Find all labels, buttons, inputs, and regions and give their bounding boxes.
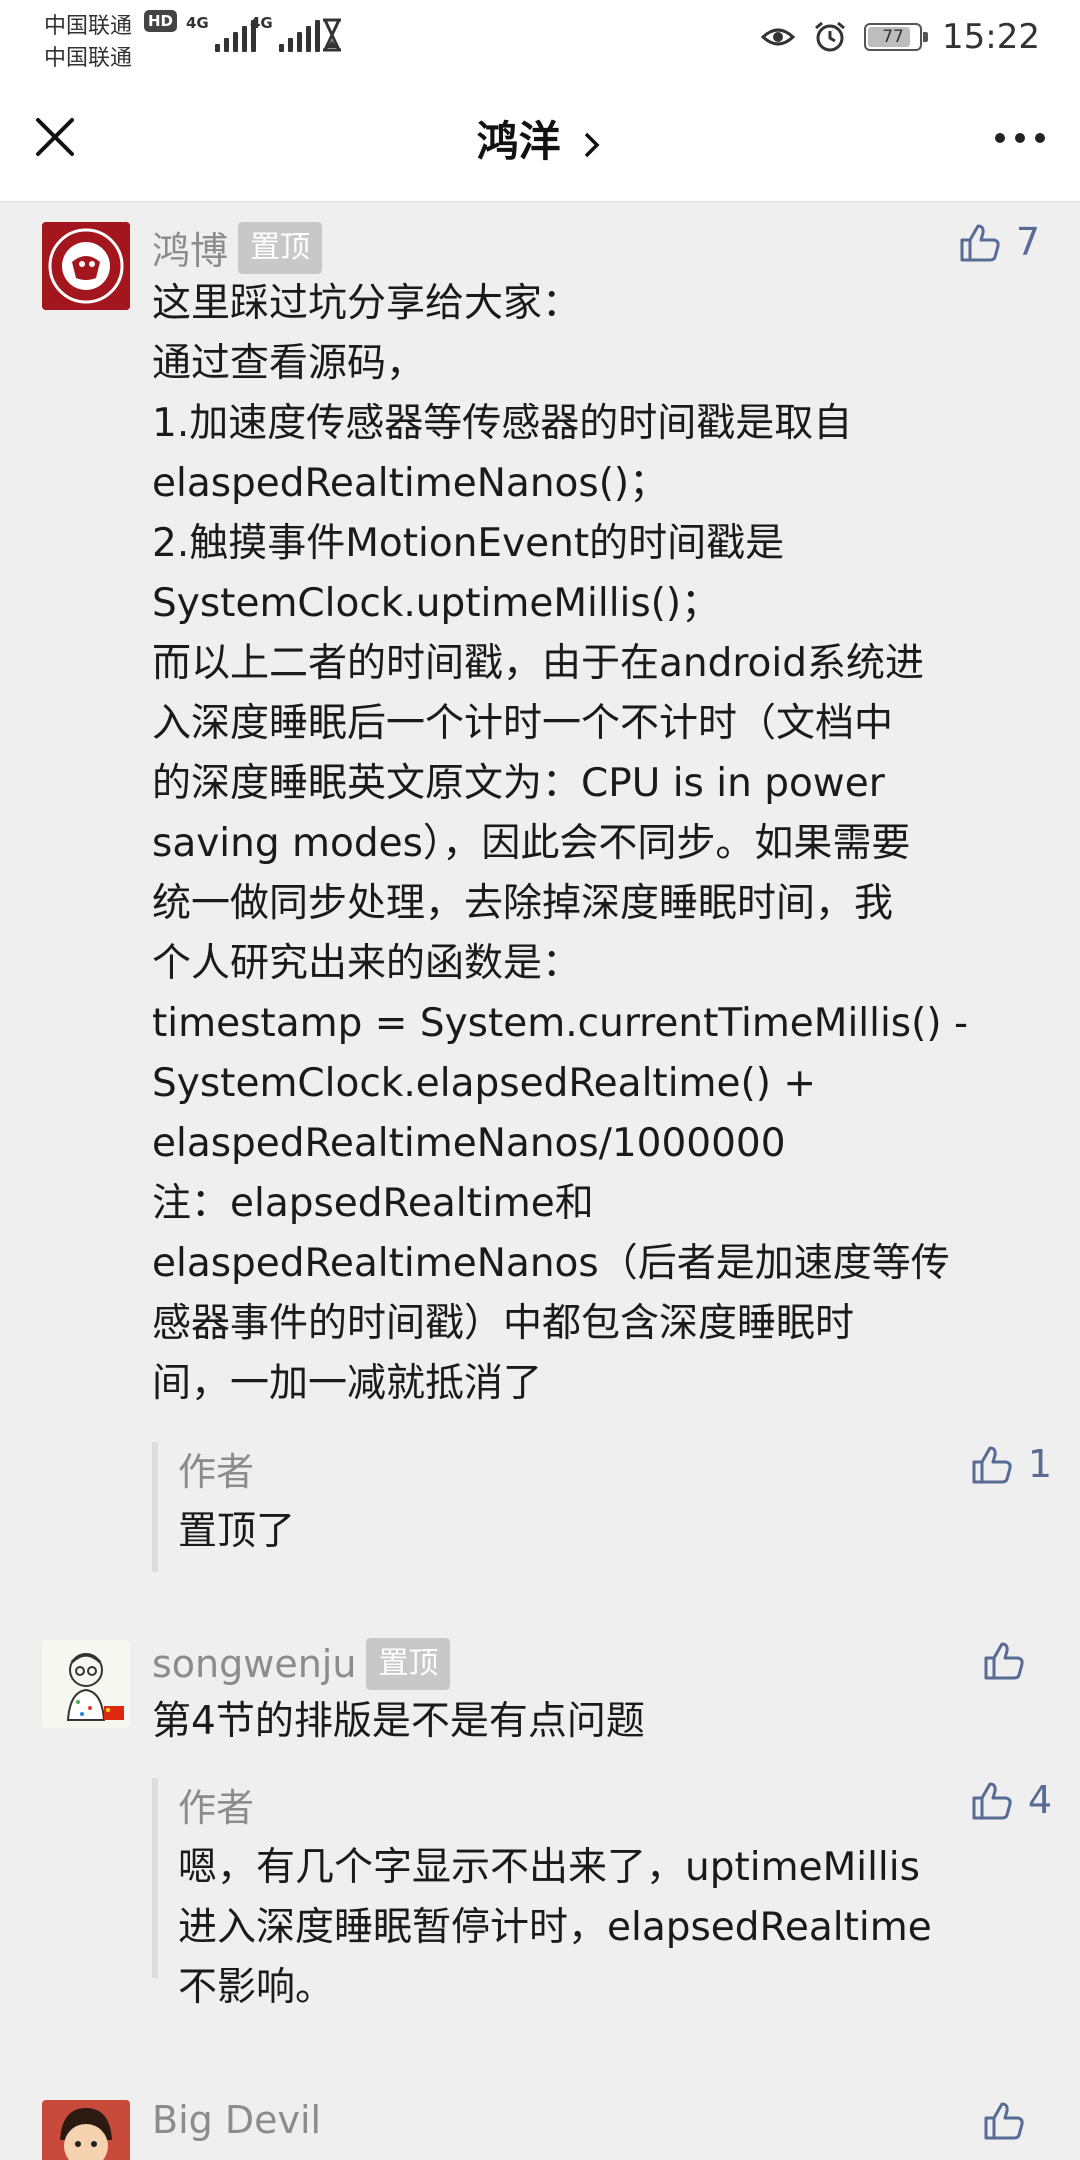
network-type-1: 4G [186,14,209,32]
author-reply: 作者 置顶了 1 [152,1442,1052,1572]
comment-line: saving modes），因此会不同步。如果需要 [152,821,911,866]
status-clock: 15:22 [942,17,1040,57]
thumbs-up-icon [984,2102,1024,2140]
carrier-label-1: 中国联通 [44,14,133,39]
comment-line: 入深度睡眠后一个计时一个不计时（文档中 [152,701,894,746]
comment-line: 通过查看源码， [152,341,426,386]
comment-line: 的深度睡眠英文原文为：CPU is in power [152,761,885,806]
thumbs-up-icon [984,1642,1024,1680]
comment-line: elaspedRealtimeNanos()； [152,461,669,506]
cartoon-avatar-icon [42,1640,130,1728]
comment-line: elaspedRealtimeNanos/1000000 [152,1121,786,1166]
cartoon-avatar-icon [42,2100,130,2160]
reply-author-label: 作者 [178,1786,255,1830]
comment-line: elaspedRealtimeNanos（后者是加速度等传 [152,1241,950,1286]
pinned-badge: 置顶 [238,221,323,274]
reply-text: 不影响。 [178,1965,335,2010]
comment-line: 统一做同步处理，去除掉深度睡眠时间，我 [152,881,894,926]
reply-text: 进入深度睡眠暂停计时，elapsedRealtime [178,1905,932,1950]
comment-line: SystemClock.elapsedRealtime() + [152,1061,817,1106]
university-seal-icon [42,222,130,310]
status-bar: 中国联通 中国联通 HD 4G 4G 77 15:22 [0,0,1080,72]
carrier-label-2: 中国联通 [44,46,133,71]
title-bar: 鸿洋 [0,72,1080,202]
avatar[interactable] [42,1640,130,1728]
comment-line: 注：elapsedRealtime和 [152,1181,594,1226]
alarm-icon [815,21,845,52]
comment-line: 个人研究出来的函数是： [152,941,582,986]
author-reply: 作者 嗯，有几个字显示不出来了，uptimeMillis 进入深度睡眠暂停计时，… [152,1778,1052,2010]
battery-icon: 77 [864,23,929,51]
comment-author[interactable]: songwenju [152,1642,356,1686]
eye-comfort-icon [760,28,796,46]
comment-line: 这里踩过坑分享给大家： [152,281,582,326]
comment-line: 而以上二者的时间戳，由于在android系统进 [152,641,925,686]
comment-item: Big Devil [0,2098,1080,2160]
reply-author-label: 作者 [178,1450,255,1494]
reply-text: 嗯，有几个字显示不出来了，uptimeMillis [178,1845,920,1890]
comment-line: 2.触摸事件MotionEvent的时间戳是 [152,521,785,566]
like-count: 7 [1015,220,1040,264]
like-count: 1 [1027,1442,1052,1486]
pinned-badge: 置顶 [366,1638,451,1690]
comment-text: 第4节的排版是不是有点问题 [152,1692,1042,1752]
hourglass-icon [323,18,341,52]
comment-author[interactable]: 鸿博 [152,220,228,275]
chevron-right-icon [585,132,600,157]
battery-level: 77 [882,27,904,47]
reply-text: 置顶了 [178,1509,296,1554]
avatar[interactable] [42,2100,130,2160]
comment-line: 第4节的排版是不是有点问题 [152,1699,645,1744]
dot-icon [1015,133,1025,143]
avatar[interactable] [42,222,130,310]
like-button[interactable]: 7 [958,220,1040,264]
comment-line: SystemClock.uptimeMillis()； [152,581,721,626]
like-button[interactable]: 1 [970,1442,1052,1486]
comment-line: 间，一加一减就抵消了 [152,1361,543,1406]
comment-line: 感器事件的时间戳）中都包含深度睡眠时 [152,1301,855,1346]
comment-line: 1.加速度传感器等传感器的时间戳是取自 [152,401,853,446]
thumbs-up-icon [972,1446,1012,1484]
comment-text: 这里踩过坑分享给大家： 通过查看源码， 1.加速度传感器等传感器的时间戳是取自 … [152,274,1042,1414]
comment-author[interactable]: Big Devil [152,2098,321,2142]
page-title-link[interactable]: 鸿洋 [0,108,1080,169]
like-button[interactable] [982,2098,1040,2142]
network-type-2: 4G [250,14,273,32]
thumbs-up-icon [960,224,1000,262]
like-button[interactable]: 4 [970,1778,1052,1822]
hd-badge: HD [144,10,178,32]
comment-line: timestamp = System.currentTimeMillis() - [152,1001,969,1046]
signal-icon-1: 4G [186,14,256,52]
like-button[interactable] [982,1638,1040,1682]
like-count: 4 [1027,1778,1052,1822]
more-options-button[interactable] [990,118,1050,158]
page-title: 鸿洋 [476,117,561,166]
dot-icon [1035,133,1045,143]
thumbs-up-icon [972,1782,1012,1820]
signal-icon-2: 4G [250,14,320,52]
dot-icon [995,133,1005,143]
